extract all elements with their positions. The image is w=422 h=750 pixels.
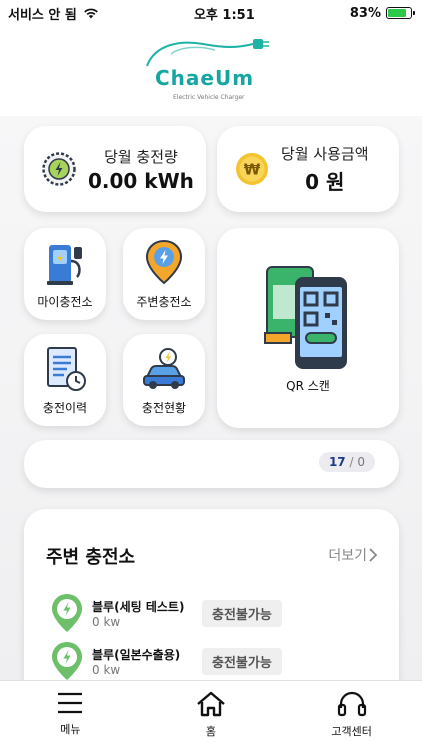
battery-icon xyxy=(385,7,415,19)
brand-name: ChaeUm xyxy=(155,66,255,90)
charging-station-icon xyxy=(47,245,82,285)
qr-scan-label: QR 스캔 xyxy=(286,378,330,393)
nearby-station-button[interactable]: 주변충전소 xyxy=(123,228,205,320)
station-pin-icon xyxy=(52,594,82,632)
monthly-amount-card[interactable]: ₩ 당월 사용금액 0 원 xyxy=(217,126,399,212)
svg-text:₩: ₩ xyxy=(244,161,261,179)
page-current: 17 xyxy=(328,455,346,469)
clock-text: 오후 1:51 xyxy=(193,7,255,23)
carrier-text: 서비스 안 됨 xyxy=(8,7,77,23)
wifi-icon xyxy=(84,8,98,19)
charge-history-button[interactable]: 충전이력 xyxy=(24,334,106,426)
battery-fill xyxy=(387,9,407,17)
brand-subtitle: Electric Vehicle Charger xyxy=(173,94,245,101)
home-icon xyxy=(197,691,225,717)
headset-icon xyxy=(337,691,366,717)
charge-history-label: 충전이력 xyxy=(42,401,88,415)
station-name: 블루(일본수출용) xyxy=(92,647,181,662)
station-name: 블루(세팅 테스트) xyxy=(92,599,185,614)
qr-scan-button[interactable]: QR 스캔 xyxy=(217,228,399,428)
station-item[interactable]: 블루(일본수출용) 0 kw 충전불가능 xyxy=(50,641,380,681)
monthly-charge-value: 0.00 kWh xyxy=(88,168,194,193)
tab-menu[interactable]: 메뉴 xyxy=(15,691,125,750)
tab-support-label: 고객센터 xyxy=(331,725,372,738)
history-document-icon xyxy=(47,347,86,391)
station-power: 0 kw xyxy=(92,614,121,629)
station-pin-icon xyxy=(52,642,82,680)
station-status-badge: 충전불가능 xyxy=(202,647,282,675)
page-total: 0 xyxy=(357,455,365,469)
banner-card[interactable]: 17 / 0 xyxy=(24,440,399,488)
page-indicator: 17 / 0 xyxy=(318,452,375,472)
nearby-station-label: 주변충전소 xyxy=(136,295,192,309)
nearby-stations-title: 주변 충전소 xyxy=(46,547,136,568)
my-station-button[interactable]: 마이충전소 xyxy=(24,228,106,320)
won-coin-icon: ₩ xyxy=(236,153,268,185)
monthly-amount-value: 0 원 xyxy=(305,170,345,194)
qr-phone-icon xyxy=(264,265,347,369)
ev-car-icon xyxy=(143,348,185,389)
more-link[interactable]: 더보기 xyxy=(328,545,377,565)
nearby-stations-panel: 주변 충전소 더보기 블루(세팅 테스트) 0 kw 충전불가능 블루(일본수출… xyxy=(24,509,399,709)
station-power: 0 kw xyxy=(92,662,121,677)
chevron-right-icon xyxy=(369,548,377,562)
hamburger-menu-icon xyxy=(58,692,83,714)
station-item[interactable]: 블루(세팅 테스트) 0 kw 충전불가능 xyxy=(50,593,380,633)
tab-home[interactable]: 홈 xyxy=(156,691,266,750)
monthly-charge-card[interactable]: 당월 충전량 0.00 kWh xyxy=(24,126,206,212)
location-bolt-icon xyxy=(145,239,183,285)
tab-menu-label: 메뉴 xyxy=(60,723,81,736)
charge-status-label: 충전현황 xyxy=(141,401,187,415)
status-bar: 서비스 안 됨 오후 1:51 83% xyxy=(0,0,422,26)
station-status-badge: 충전불가능 xyxy=(202,599,282,627)
brand-logo: ChaeUm Electric Vehicle Charger xyxy=(141,36,281,106)
tab-support[interactable]: 고객센터 xyxy=(297,691,407,750)
more-link-label: 더보기 xyxy=(328,548,367,564)
battery-percent: 83% xyxy=(349,5,381,21)
charge-meter-icon xyxy=(42,152,76,186)
monthly-charge-label: 당월 충전량 xyxy=(104,147,178,166)
bottom-tab-bar: 메뉴 홈 고객센터 xyxy=(0,680,422,750)
monthly-amount-label: 당월 사용금액 xyxy=(281,145,369,163)
tab-home-label: 홈 xyxy=(205,725,217,738)
page-separator: / xyxy=(349,455,354,469)
charge-status-button[interactable]: 충전현황 xyxy=(123,334,205,426)
home-content: 당월 충전량 0.00 kWh ₩ 당월 사용금액 0 원 마이충전소 주변충전… xyxy=(0,116,422,709)
my-station-label: 마이충전소 xyxy=(37,295,93,309)
app-header: ChaeUm Electric Vehicle Charger xyxy=(0,26,422,116)
